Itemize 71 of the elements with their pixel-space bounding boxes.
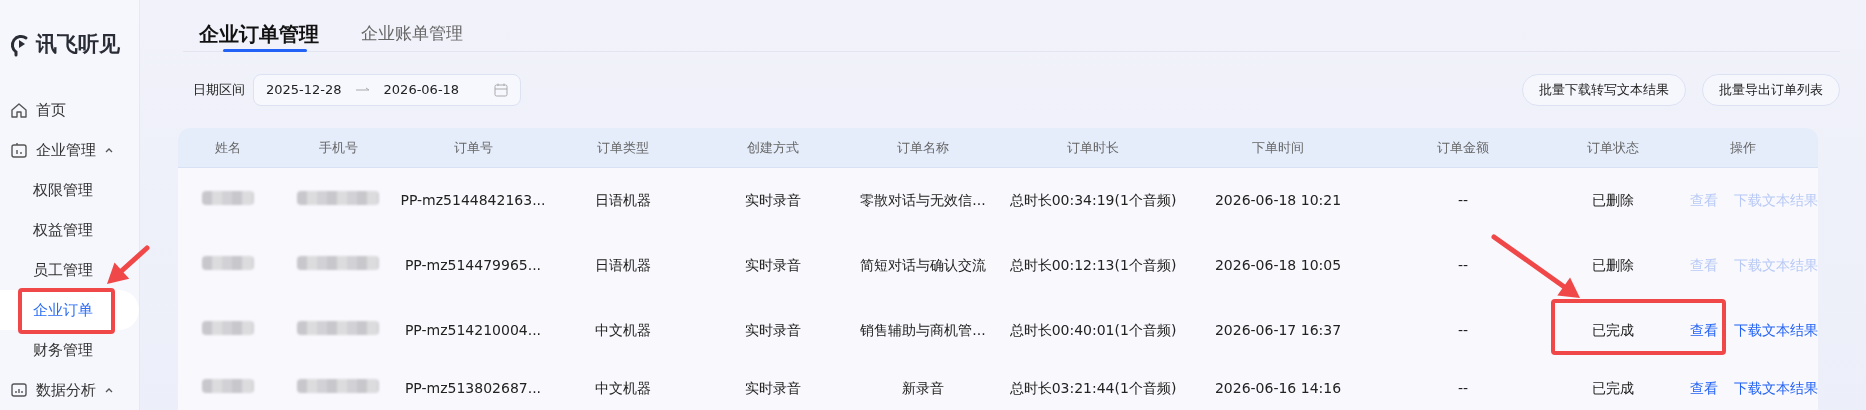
view-link: 查看	[1690, 191, 1718, 210]
brand-name: 讯飞听见	[36, 31, 120, 59]
table-cell-text: PP-mz513802687...	[403, 378, 543, 398]
column-header: 订单时长	[1066, 138, 1120, 157]
download-link[interactable]: 下载文本结果	[1734, 320, 1818, 341]
calendar-icon	[494, 83, 508, 97]
sidebar-item[interactable]: 企业订单	[0, 290, 139, 330]
column-header: 订单状态	[1586, 138, 1640, 157]
sidebar-item[interactable]: 员工管理	[0, 250, 139, 290]
column-header: 订单名称	[896, 138, 950, 157]
home-icon	[10, 101, 28, 119]
date-range-field[interactable]: 2025-12-28 2026-06-18	[253, 74, 521, 106]
table-cell-text: 总时长00:12:13(1个音频)	[1008, 256, 1178, 275]
table-cell-text: 2026-06-18 10:05	[1213, 256, 1343, 275]
table-cell-text: 实时录音	[744, 321, 802, 340]
column-header: 操作	[1729, 138, 1757, 157]
table-cell-text: 销售辅助与商机管...	[859, 321, 987, 340]
column-header: 创建方式	[746, 138, 800, 157]
table-cell-text: 日语机器	[594, 191, 652, 210]
table-cell-text: 日语机器	[594, 256, 652, 275]
table-cell-text: 2026-06-18 10:21	[1213, 191, 1343, 210]
table-cell-text: 总时长03:21:44(1个音频)	[1008, 378, 1178, 398]
table-cell-text: 总时长00:40:01(1个音频)	[1008, 321, 1178, 340]
table-cell-text: 中文机器	[594, 321, 652, 340]
column-header: 下单时间	[1251, 138, 1305, 157]
table-cell-text: 已完成	[1591, 378, 1635, 398]
column-header: 手机号	[317, 138, 359, 157]
column-header: 姓名	[214, 138, 242, 157]
table-cell-text: 实时录音	[744, 191, 802, 210]
table-cell-text: 总时长00:34:19(1个音频)	[1008, 191, 1178, 210]
table-cell-text: 2026-06-16 14:16	[1213, 378, 1343, 398]
sidebar-item[interactable]: 财务管理	[0, 330, 139, 370]
table-cell-text: PP-mz514210004...	[403, 321, 543, 340]
sidebar-item[interactable]: 首页	[0, 90, 139, 130]
column-header: 订单号	[452, 138, 494, 157]
view-link[interactable]: 查看	[1690, 320, 1718, 341]
view-link[interactable]: 查看	[1690, 377, 1718, 399]
column-header: 订单金额	[1436, 138, 1490, 157]
table-cell-text: 实时录音	[744, 256, 802, 275]
table-cell-text: --	[1456, 256, 1470, 275]
tab[interactable]: 企业账单管理	[355, 0, 469, 52]
building-icon	[10, 141, 28, 159]
table-cell-text: --	[1456, 378, 1470, 398]
table-cell-text: 已完成	[1591, 321, 1635, 340]
sidebar-item[interactable]: 权限管理	[0, 170, 139, 210]
column-header: 订单类型	[596, 138, 650, 157]
table-cell-text: --	[1456, 191, 1470, 210]
table-cell-text: 简短对话与确认交流	[859, 256, 987, 275]
batch-button[interactable]: 批量下载转写文本结果	[1522, 74, 1686, 106]
download-link[interactable]: 下载文本结果	[1734, 377, 1818, 399]
date-range-label: 日期区间	[193, 81, 245, 100]
table-cell-text: 实时录音	[744, 378, 802, 398]
table-cell-text: --	[1456, 321, 1470, 340]
table-cell-text: 中文机器	[594, 378, 652, 398]
table-cell-text: 零散对话与无效信...	[859, 191, 987, 210]
table-cell-text: 已删除	[1591, 191, 1635, 210]
table-cell-text: 已删除	[1591, 256, 1635, 275]
view-link: 查看	[1690, 256, 1718, 275]
sidebar-item[interactable]: 数据分析	[0, 370, 139, 410]
tab[interactable]: 企业订单管理	[193, 0, 325, 52]
batch-button[interactable]: 批量导出订单列表	[1702, 74, 1840, 106]
chart-icon	[10, 381, 28, 399]
table-cell-text: 2026-06-17 16:37	[1213, 321, 1343, 340]
sidebar-item[interactable]: 企业管理	[0, 130, 139, 170]
table-cell-text: PP-mz514479965...	[403, 256, 543, 275]
download-link: 下载文本结果	[1734, 256, 1818, 275]
sidebar-item[interactable]: 权益管理	[0, 210, 139, 250]
table-cell-text: 新录音	[901, 378, 945, 398]
table-cell-text: PP-mz5144842163...	[399, 191, 547, 210]
annotation-arrow	[107, 245, 150, 284]
download-link: 下载文本结果	[1734, 191, 1818, 210]
